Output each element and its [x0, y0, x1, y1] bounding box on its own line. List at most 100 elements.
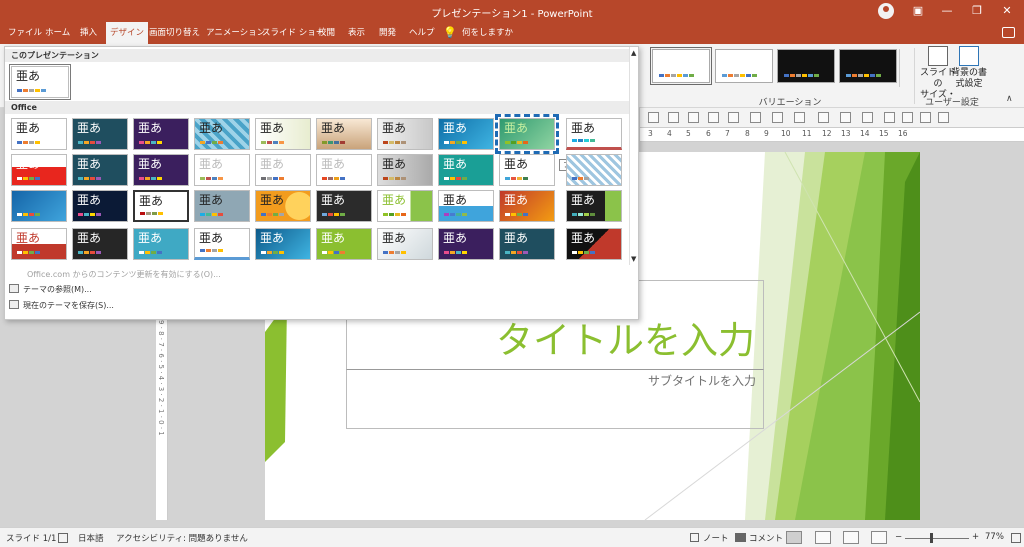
- theme-white[interactable]: 亜あ: [194, 228, 250, 260]
- theme-ion-boardroom-variant[interactable]: 亜あ: [133, 154, 189, 186]
- theme-purple[interactable]: 亜あ: [438, 228, 494, 260]
- tab-animations[interactable]: アニメーション: [206, 22, 265, 44]
- tool-icon[interactable]: [648, 112, 659, 123]
- theme-teal[interactable]: 亜あ: [499, 228, 555, 260]
- slideshow-button[interactable]: [871, 531, 887, 544]
- theme-current[interactable]: 亜あ: [9, 64, 71, 100]
- user-avatar-icon[interactable]: [878, 3, 894, 19]
- theme-slate[interactable]: 亜あ: [377, 118, 433, 150]
- theme-slate-variant[interactable]: 亜あ: [377, 154, 433, 186]
- tell-me-search[interactable]: 何をしますか: [462, 22, 513, 44]
- theme-celestial[interactable]: 亜あ: [438, 190, 494, 222]
- tab-help[interactable]: ヘルプ: [409, 22, 435, 44]
- tool-icon[interactable]: [884, 112, 895, 123]
- theme-office[interactable]: 亜あ: [11, 118, 67, 150]
- theme-facet-variant[interactable]: 亜あ: [377, 190, 433, 222]
- ribbon-display-options-icon[interactable]: ▣: [907, 2, 929, 20]
- tab-view[interactable]: 表示: [348, 22, 365, 44]
- theme-green[interactable]: 亜あ: [316, 228, 372, 260]
- format-background-button[interactable]: 背景の書 式設定: [949, 46, 989, 90]
- tab-developer[interactable]: 開発: [379, 22, 396, 44]
- theme-wisp[interactable]: 亜あ: [194, 118, 250, 150]
- scroll-up-icon[interactable]: ▲: [631, 49, 636, 57]
- theme-vapor-trail[interactable]: 亜あ: [72, 190, 128, 222]
- gallery-scrollbar[interactable]: ▲ ▼: [629, 47, 639, 265]
- subtitle-placeholder[interactable]: サブタイトルを入力: [346, 369, 764, 429]
- close-button[interactable]: ✕: [996, 2, 1018, 20]
- theme-dark-1[interactable]: 亜あ: [72, 228, 128, 260]
- theme-badge[interactable]: [11, 190, 67, 222]
- theme-main-event[interactable]: 亜あ: [133, 190, 189, 222]
- zoom-out-button[interactable]: −: [895, 532, 902, 542]
- theme-gallery[interactable]: 亜あ: [194, 154, 250, 186]
- tab-review[interactable]: 校閲: [318, 22, 335, 44]
- save-current-theme-item[interactable]: 現在のテーマを保存(S)...: [9, 300, 114, 311]
- zoom-slider[interactable]: [905, 538, 969, 539]
- collapse-ribbon-button[interactable]: ∧: [1006, 94, 1013, 104]
- normal-view-button[interactable]: [786, 531, 802, 544]
- slide-sorter-button[interactable]: [815, 531, 831, 544]
- theme-parcel[interactable]: 亜あ: [255, 190, 311, 222]
- theme-organic[interactable]: 亜あ: [316, 118, 372, 150]
- tab-transitions[interactable]: 画面切り替え: [149, 22, 200, 44]
- minimize-button[interactable]: —: [936, 2, 958, 20]
- theme-depth[interactable]: 亜あ: [566, 190, 622, 222]
- tool-icon[interactable]: [668, 112, 679, 123]
- theme-ion[interactable]: 亜あ: [72, 118, 128, 150]
- variation-scroll[interactable]: [899, 49, 909, 87]
- tool-icon[interactable]: [920, 112, 931, 123]
- spellcheck-icon[interactable]: [58, 533, 68, 543]
- tool-icon[interactable]: [818, 112, 829, 123]
- accessibility-status[interactable]: アクセシビリティ: 問題ありません: [116, 532, 248, 544]
- tool-icon[interactable]: [688, 112, 699, 123]
- fit-to-window-icon[interactable]: [1011, 533, 1021, 543]
- tab-file[interactable]: ファイル: [8, 22, 42, 44]
- tool-icon[interactable]: [728, 112, 739, 123]
- tool-icon[interactable]: [862, 112, 873, 123]
- language-indicator[interactable]: 日本語: [78, 532, 104, 544]
- variant-1[interactable]: [650, 47, 712, 85]
- comment-icon[interactable]: [1002, 27, 1015, 38]
- theme-savon[interactable]: 亜あ: [194, 190, 250, 222]
- theme-berlin[interactable]: 亜あ: [11, 154, 67, 186]
- tool-icon[interactable]: [772, 112, 783, 123]
- theme-crop[interactable]: 亜あ: [499, 190, 555, 222]
- tool-icon[interactable]: [902, 112, 913, 123]
- theme-circuit-variant[interactable]: 亜あ: [255, 228, 311, 260]
- theme-frame[interactable]: 亜あ: [499, 154, 555, 186]
- theme-ion-variant[interactable]: 亜あ: [72, 154, 128, 186]
- tab-home[interactable]: ホーム: [45, 22, 70, 44]
- tool-icon[interactable]: [750, 112, 761, 123]
- restore-button[interactable]: ❐: [966, 2, 988, 20]
- theme-view[interactable]: 亜あ: [255, 154, 311, 186]
- theme-droplet[interactable]: 亜あ: [133, 228, 189, 260]
- comments-button[interactable]: コメント: [749, 532, 783, 544]
- theme-dividend[interactable]: 亜あ: [438, 154, 494, 186]
- scroll-down-icon[interactable]: ▼: [631, 255, 636, 263]
- theme-circuit[interactable]: 亜あ: [438, 118, 494, 150]
- save-icon[interactable]: [938, 112, 949, 123]
- tab-insert[interactable]: 挿入: [80, 22, 97, 44]
- zoom-level[interactable]: 77%: [985, 532, 1004, 542]
- theme-mesh-dark[interactable]: 亜あ: [316, 190, 372, 222]
- variant-4[interactable]: [839, 49, 897, 83]
- zoom-in-button[interactable]: +: [972, 532, 979, 542]
- theme-basis[interactable]: 亜あ: [11, 228, 67, 260]
- variant-3[interactable]: [777, 49, 835, 83]
- tab-slideshow[interactable]: スライド ショー: [262, 22, 324, 44]
- tool-icon[interactable]: [708, 112, 719, 123]
- theme-red-dark[interactable]: 亜あ: [566, 228, 622, 260]
- theme-retrospect[interactable]: 亜あ: [255, 118, 311, 150]
- zoom-slider-thumb[interactable]: [930, 533, 933, 543]
- variant-2[interactable]: [715, 49, 773, 83]
- theme-light[interactable]: 亜あ: [377, 228, 433, 260]
- undo-icon[interactable]: [840, 112, 851, 123]
- theme-ion-boardroom[interactable]: 亜あ: [133, 118, 189, 150]
- tab-design[interactable]: デザイン: [106, 22, 149, 44]
- tool-icon[interactable]: [794, 112, 805, 123]
- theme-mesh[interactable]: [566, 154, 622, 186]
- theme-quotable[interactable]: 亜あ: [316, 154, 372, 186]
- browse-themes-item[interactable]: テーマの参照(M)...: [9, 284, 92, 295]
- theme-integral[interactable]: 亜あ: [566, 118, 622, 150]
- theme-facet[interactable]: 亜あ: [495, 114, 559, 154]
